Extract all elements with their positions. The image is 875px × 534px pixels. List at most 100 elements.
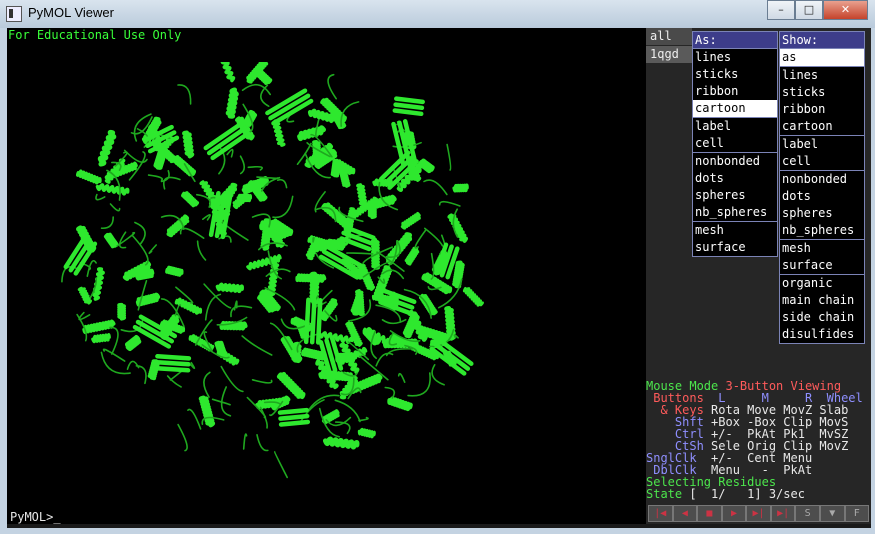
helix-shape bbox=[232, 192, 249, 210]
loop-shape bbox=[260, 84, 270, 107]
helix-shape bbox=[255, 70, 273, 85]
play-button[interactable]: ▶ bbox=[721, 505, 747, 522]
helix-shape bbox=[103, 232, 119, 249]
sheet-strand-shape bbox=[309, 297, 317, 345]
as-menu-item-lines[interactable]: lines bbox=[693, 49, 777, 66]
helix-shape bbox=[356, 183, 368, 208]
as-menu-item-cartoon[interactable]: cartoon bbox=[693, 100, 777, 117]
window-title: PyMOL Viewer bbox=[28, 5, 114, 20]
as-menu-item-dots[interactable]: dots bbox=[693, 170, 777, 187]
loop-shape bbox=[312, 237, 315, 243]
loop-shape bbox=[163, 176, 181, 190]
show-menu-item-cell[interactable]: cell bbox=[780, 153, 864, 170]
loop-shape bbox=[95, 193, 106, 201]
show-menu-item-mesh[interactable]: mesh bbox=[780, 240, 864, 257]
close-button[interactable]: ✕ bbox=[823, 0, 868, 20]
as-menu-group: label cell bbox=[693, 117, 777, 152]
as-menu-item-nb_spheres[interactable]: nb_spheres bbox=[693, 204, 777, 221]
loop-shape bbox=[116, 231, 136, 247]
object-1qgd[interactable]: 1qgd bbox=[646, 46, 692, 63]
loop-shape bbox=[147, 174, 164, 181]
loop-shape bbox=[86, 259, 97, 277]
stop-button[interactable]: ■ bbox=[697, 505, 722, 522]
show-menu-item-organic[interactable]: organic bbox=[780, 275, 864, 292]
helix-shape bbox=[452, 183, 469, 193]
helix-shape bbox=[174, 297, 203, 315]
show-menu-item-ribbon[interactable]: ribbon bbox=[780, 101, 864, 118]
loop-shape bbox=[397, 372, 406, 383]
show-menu-item-spheres[interactable]: spheres bbox=[780, 205, 864, 222]
helix-shape bbox=[97, 129, 117, 167]
helix-shape bbox=[321, 409, 340, 425]
show-menu-item-dots[interactable]: dots bbox=[780, 188, 864, 205]
object-list: all 1qgd bbox=[646, 28, 692, 64]
show-menu-item-surface[interactable]: surface bbox=[780, 257, 864, 274]
show-menu-group: as bbox=[780, 48, 864, 66]
step-back-button[interactable]: ◀ bbox=[672, 505, 698, 522]
loop-shape bbox=[109, 203, 121, 212]
as-menu: As: lines sticks ribbon cartoon label cell nonb… bbox=[692, 31, 778, 257]
molecule-viewport[interactable]: For Educational Use Only PyMOL>_ bbox=[7, 28, 646, 524]
protein-cartoon-render[interactable] bbox=[57, 62, 487, 482]
as-menu-item-ribbon[interactable]: ribbon bbox=[693, 83, 777, 100]
end-button[interactable]: ▶| bbox=[770, 505, 796, 522]
window-frame-bottom bbox=[0, 528, 875, 534]
show-menu-item-disulfides[interactable]: disulfides bbox=[780, 326, 864, 343]
show-menu-item-nonbonded[interactable]: nonbonded bbox=[780, 171, 864, 188]
maximize-button[interactable]: □ bbox=[795, 0, 823, 20]
helix-shape bbox=[404, 246, 420, 266]
helix-shape bbox=[181, 191, 200, 208]
loop-shape bbox=[423, 179, 448, 196]
as-menu-item-surface[interactable]: surface bbox=[693, 239, 777, 256]
show-menu-item-main-chain[interactable]: main chain bbox=[780, 292, 864, 309]
scene-button[interactable]: S bbox=[795, 505, 820, 522]
helix-shape bbox=[462, 287, 485, 307]
as-menu-item-mesh[interactable]: mesh bbox=[693, 222, 777, 239]
loop-shape bbox=[233, 300, 238, 311]
helix-shape bbox=[417, 158, 435, 174]
sheet-strand-shape bbox=[155, 354, 192, 361]
loop-shape bbox=[239, 155, 246, 175]
show-menu-item-cartoon[interactable]: cartoon bbox=[780, 118, 864, 135]
sheet-strand-shape bbox=[277, 407, 309, 415]
helix-shape bbox=[117, 302, 127, 321]
as-menu-item-nonbonded[interactable]: nonbonded bbox=[693, 153, 777, 170]
helix-shape bbox=[220, 62, 236, 83]
loop-shape bbox=[78, 311, 91, 321]
rewind-button[interactable]: |◀ bbox=[648, 505, 673, 522]
loop-shape bbox=[384, 386, 396, 399]
loop-shape bbox=[190, 361, 196, 370]
show-menu-item-side-chain[interactable]: side chain bbox=[780, 309, 864, 326]
object-all[interactable]: all bbox=[646, 28, 692, 45]
show-menu-item-lines[interactable]: lines bbox=[780, 67, 864, 84]
as-menu-header: As: bbox=[693, 32, 777, 48]
as-menu-item-label[interactable]: label bbox=[693, 118, 777, 135]
loop-shape bbox=[381, 318, 407, 325]
loop-shape bbox=[276, 178, 288, 189]
dropdown-button[interactable]: ▼ bbox=[819, 505, 845, 522]
loop-shape bbox=[148, 244, 157, 255]
helix-shape bbox=[276, 372, 306, 400]
as-menu-item-spheres[interactable]: spheres bbox=[693, 187, 777, 204]
show-menu-item-nb_spheres[interactable]: nb_spheres bbox=[780, 222, 864, 239]
command-line[interactable]: PyMOL>_ bbox=[10, 510, 61, 524]
show-menu-item-as[interactable]: as bbox=[780, 49, 864, 66]
as-menu-item-cell[interactable]: cell bbox=[693, 135, 777, 152]
loop-shape bbox=[196, 240, 207, 261]
minimize-button[interactable]: – bbox=[767, 0, 795, 20]
as-menu-item-sticks[interactable]: sticks bbox=[693, 66, 777, 83]
show-menu-item-sticks[interactable]: sticks bbox=[780, 84, 864, 101]
loop-shape bbox=[414, 229, 427, 249]
educational-banner: For Educational Use Only bbox=[8, 28, 182, 42]
loop-shape bbox=[242, 433, 248, 450]
show-menu-header: Show: bbox=[780, 32, 864, 48]
sheet-strand-shape bbox=[392, 108, 424, 117]
helix-shape bbox=[215, 282, 244, 294]
step-forward-button[interactable]: ▶| bbox=[746, 505, 771, 522]
fullscreen-button[interactable]: F bbox=[844, 505, 870, 522]
loop-shape bbox=[358, 416, 369, 422]
show-menu-item-label[interactable]: label bbox=[780, 136, 864, 153]
helix-shape bbox=[165, 265, 184, 277]
helix-shape bbox=[354, 289, 365, 317]
loop-shape bbox=[272, 195, 294, 219]
